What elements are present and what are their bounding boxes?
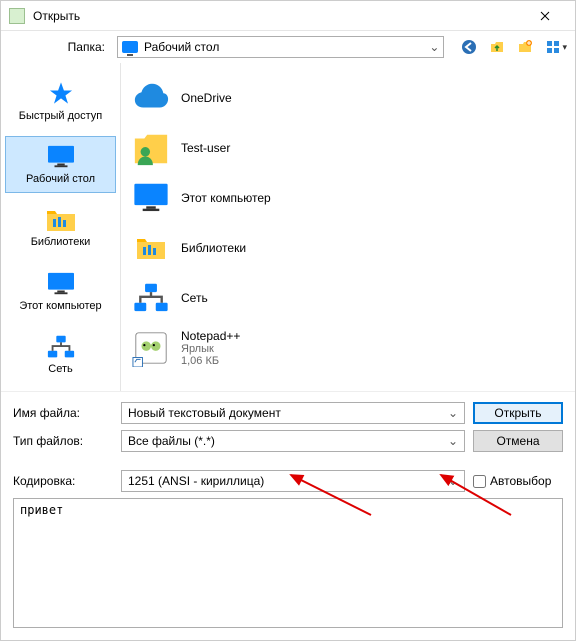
list-item[interactable]: OneDrive	[127, 73, 569, 123]
network-icon	[46, 334, 76, 360]
network-icon	[132, 282, 170, 314]
folder-value: Рабочий стол	[144, 40, 423, 54]
list-item[interactable]: Test-user	[127, 123, 569, 173]
filename-value: Новый текстовый документ	[128, 406, 281, 420]
onedrive-icon	[132, 79, 170, 117]
sidebar-item-label: Рабочий стол	[26, 173, 95, 186]
libraries-icon	[135, 235, 167, 261]
sidebar-item-this-pc[interactable]: Этот компьютер	[5, 263, 116, 320]
chevron-down-icon: ⌄	[429, 40, 439, 54]
sidebar-item-quick-access[interactable]: Быстрый доступ	[5, 73, 116, 130]
file-list[interactable]: OneDrive Test-user Этот компьютер Библио…	[121, 63, 575, 391]
open-button[interactable]: Открыть	[473, 402, 563, 424]
list-item[interactable]: Сеть	[127, 273, 569, 323]
encoding-value: 1251 (ANSI - кириллица)	[128, 474, 264, 488]
close-icon	[540, 11, 550, 21]
filename-input[interactable]: Новый текстовый документ ⌄	[121, 402, 465, 424]
chevron-down-icon: ⌄	[448, 406, 458, 420]
list-item[interactable]: Notepad++ Ярлык 1,06 КБ	[127, 323, 569, 373]
new-folder-icon	[517, 39, 533, 55]
folder-combo[interactable]: Рабочий стол ⌄	[117, 36, 444, 58]
desktop-icon	[122, 41, 138, 53]
chevron-down-icon: ⌄	[448, 434, 458, 448]
filetype-value: Все файлы (*.*)	[128, 434, 215, 448]
close-button[interactable]	[523, 2, 567, 30]
filetype-label: Тип файлов:	[13, 434, 113, 448]
star-icon	[47, 80, 75, 108]
encoding-combo[interactable]: 1251 (ANSI - кириллица) ⌄	[121, 470, 465, 492]
sidebar-item-label: Сеть	[48, 363, 72, 376]
item-name: Библиотеки	[181, 241, 246, 255]
up-button[interactable]	[486, 36, 508, 58]
view-menu-button[interactable]	[542, 36, 564, 58]
back-button[interactable]	[458, 36, 480, 58]
pc-icon	[46, 271, 76, 297]
preview-textarea[interactable]	[13, 498, 563, 628]
app-icon	[9, 8, 25, 24]
view-icon	[545, 39, 561, 55]
autoselect-label: Автовыбор	[490, 474, 551, 488]
sidebar-item-desktop[interactable]: Рабочий стол	[5, 136, 116, 193]
sidebar-item-libraries[interactable]: Библиотеки	[5, 199, 116, 256]
filetype-combo[interactable]: Все файлы (*.*) ⌄	[121, 430, 465, 452]
chevron-down-icon: ⌄	[448, 474, 458, 488]
sidebar-item-label: Этот компьютер	[19, 300, 101, 313]
view-chevron-icon[interactable]: ▾	[562, 42, 567, 53]
autoselect-checkbox-wrap[interactable]: Автовыбор	[473, 474, 563, 488]
places-sidebar: Быстрый доступ Рабочий стол Библиотеки Э…	[1, 63, 121, 391]
list-item[interactable]: Библиотеки	[127, 223, 569, 273]
filename-label: Имя файла:	[13, 406, 113, 420]
user-folder-icon	[132, 129, 170, 167]
libraries-icon	[45, 207, 77, 233]
window-title: Открыть	[33, 9, 523, 23]
open-dialog: Открыть Папка: Рабочий стол ⌄	[0, 0, 576, 641]
titlebar: Открыть	[1, 1, 575, 31]
desktop-icon	[46, 144, 76, 170]
item-name: Notepad++	[181, 329, 240, 343]
item-name: Этот компьютер	[181, 191, 271, 205]
item-size: 1,06 КБ	[181, 355, 240, 367]
encoding-label: Кодировка:	[13, 474, 113, 488]
item-name: Test-user	[181, 141, 230, 155]
list-item[interactable]: Этот компьютер	[127, 173, 569, 223]
notepadpp-icon	[132, 329, 170, 367]
autoselect-checkbox[interactable]	[473, 475, 486, 488]
sidebar-item-label: Библиотеки	[31, 236, 91, 249]
back-icon	[461, 39, 477, 55]
cancel-button[interactable]: Отмена	[473, 430, 563, 452]
pc-icon	[132, 181, 170, 215]
new-folder-button[interactable]	[514, 36, 536, 58]
sidebar-item-network[interactable]: Сеть	[5, 326, 116, 383]
folder-row: Папка: Рабочий стол ⌄ ▾	[1, 31, 575, 63]
folder-toolbar: ▾	[458, 36, 567, 58]
folder-up-icon	[489, 39, 505, 55]
item-name: OneDrive	[181, 91, 232, 105]
sidebar-item-label: Быстрый доступ	[19, 110, 103, 123]
form-area: Имя файла: Новый текстовый документ ⌄ От…	[1, 391, 575, 640]
folder-label: Папка:	[1, 40, 111, 54]
item-subtype: Ярлык	[181, 343, 240, 355]
item-name: Сеть	[181, 291, 208, 305]
